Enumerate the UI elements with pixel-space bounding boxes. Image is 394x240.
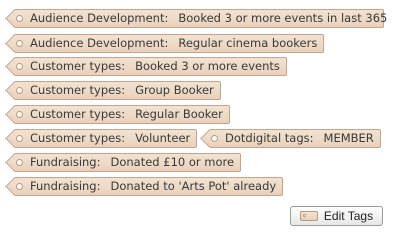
tag-value: MEMBER <box>323 131 374 145</box>
tag-hole-icon <box>16 111 23 118</box>
tag-value: Volunteer <box>135 131 191 145</box>
tag-dotdigital-member[interactable]: Dotdigital tags: MEMBER <box>209 129 381 148</box>
tag-value: Donated to 'Arts Pot' already <box>110 179 277 193</box>
tag-label: Customer types: Volunteer <box>30 130 190 147</box>
tag-category: Fundraising: <box>30 179 101 193</box>
tag-customer-types-regular-booker[interactable]: Customer types: Regular Booker <box>14 105 230 124</box>
tag-audience-development-booked-3-in-last-365[interactable]: Audience Development: Booked 3 or more ev… <box>14 9 387 28</box>
tag-hole-icon <box>16 40 23 47</box>
tag-label: Customer types: Regular Booker <box>30 106 223 123</box>
tag-category: Customer types: <box>30 83 126 97</box>
tag-category: Customer types: <box>30 59 126 73</box>
tag-category: Audience Development: <box>30 36 169 50</box>
tag-hole-icon <box>16 63 23 70</box>
tag-label: Customer types: Group Booker <box>30 82 214 99</box>
tag-value: Regular Booker <box>135 107 223 121</box>
tag-fundraising-donated-10-or-more[interactable]: Fundraising: Donated £10 or more <box>14 153 242 172</box>
edit-tags-button[interactable]: Edit Tags <box>290 206 383 226</box>
tag-hole-icon <box>16 135 23 142</box>
tag-label: Customer types: Booked 3 or more events <box>30 58 280 75</box>
tag-hole-icon <box>16 183 23 190</box>
tag-label: Fundraising: Donated £10 or more <box>30 154 234 171</box>
tag-label: Audience Development: Booked 3 or more ev… <box>30 10 387 27</box>
tag-customer-types-booked-3-or-more[interactable]: Customer types: Booked 3 or more events <box>14 57 287 76</box>
tag-fundraising-donated-to-arts-pot[interactable]: Fundraising: Donated to 'Arts Pot' alread… <box>14 177 284 196</box>
tag-category: Customer types: <box>30 131 126 145</box>
tag-value: Regular cinema bookers <box>178 36 318 50</box>
tag-icon <box>299 211 318 221</box>
tag-audience-development-regular-cinema-bookers[interactable]: Audience Development: Regular cinema book… <box>14 34 325 53</box>
tag-value: Booked 3 or more events in last 365 <box>178 11 388 25</box>
tag-value: Group Booker <box>135 83 214 97</box>
tag-label: Audience Development: Regular cinema book… <box>30 35 317 52</box>
tag-value: Donated £10 or more <box>110 155 235 169</box>
tag-hole-icon <box>16 15 23 22</box>
tag-hole-icon <box>16 87 23 94</box>
tag-customer-types-group-booker[interactable]: Customer types: Group Booker <box>14 81 221 100</box>
tag-category: Dotdigital tags: <box>225 131 314 145</box>
tag-category: Fundraising: <box>30 155 101 169</box>
tag-category: Customer types: <box>30 107 126 121</box>
tag-label: Dotdigital tags: MEMBER <box>225 130 374 147</box>
tag-hole-icon <box>16 159 23 166</box>
tag-category: Audience Development: <box>30 11 169 25</box>
edit-tags-label: Edit Tags <box>323 209 374 223</box>
tag-customer-types-volunteer[interactable]: Customer types: Volunteer <box>14 129 198 148</box>
tag-hole-icon <box>211 135 218 142</box>
tag-value: Booked 3 or more events <box>135 59 280 73</box>
tag-label: Fundraising: Donated to 'Arts Pot' alread… <box>30 178 276 195</box>
